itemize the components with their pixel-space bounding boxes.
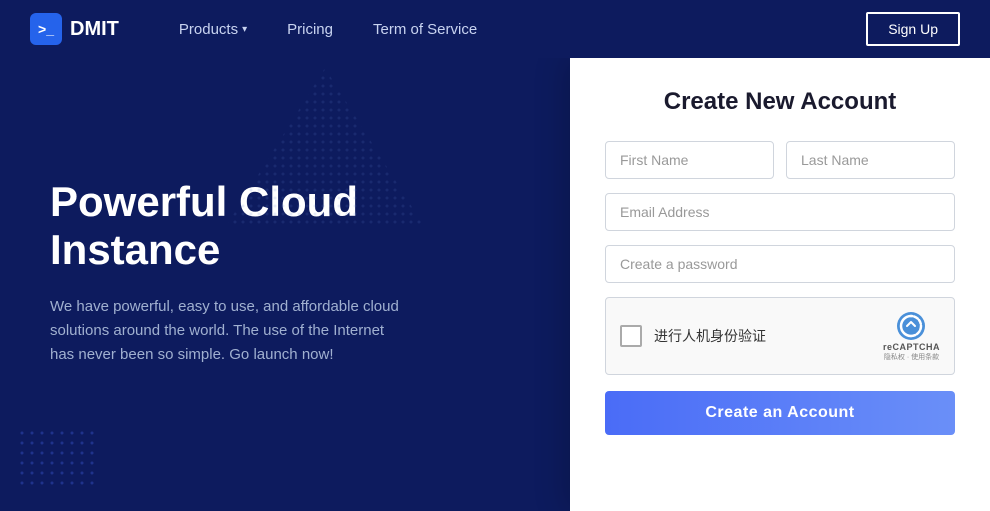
email-input[interactable] xyxy=(605,193,955,231)
first-name-input[interactable] xyxy=(605,141,774,179)
nav-pricing[interactable]: Pricing xyxy=(267,0,353,58)
logo-text: DMIT xyxy=(70,18,119,41)
chevron-down-icon: ▾ xyxy=(242,24,247,35)
signup-form-card: Create New Account 进行人机身份验证 xyxy=(570,58,990,511)
recaptcha-subtext: 隐私权 · 使用条款 xyxy=(884,352,939,362)
recaptcha-badge-text: reCAPTCHA xyxy=(883,342,940,352)
main-container: Powerful Cloud Instance We have powerful… xyxy=(0,58,990,511)
name-row xyxy=(605,141,955,179)
navbar: >_ DMIT Products ▾ Pricing Term of Servi… xyxy=(0,0,990,58)
recaptcha-logo-icon xyxy=(895,310,927,342)
recaptcha-left: 进行人机身份验证 xyxy=(620,325,766,347)
navbar-links: Products ▾ Pricing Term of Service xyxy=(159,0,866,58)
hero-section: Powerful Cloud Instance We have powerful… xyxy=(0,58,570,511)
password-group xyxy=(605,245,955,283)
mountain-decoration xyxy=(225,68,425,228)
email-group xyxy=(605,193,955,231)
logo[interactable]: >_ DMIT xyxy=(30,13,119,45)
recaptcha-label-text: 进行人机身份验证 xyxy=(654,326,766,346)
recaptcha-right: reCAPTCHA 隐私权 · 使用条款 xyxy=(883,310,940,362)
last-name-input[interactable] xyxy=(786,141,955,179)
form-title: Create New Account xyxy=(605,88,955,116)
hero-subtitle: We have powerful, easy to use, and affor… xyxy=(50,295,410,367)
password-input[interactable] xyxy=(605,245,955,283)
dots-decoration xyxy=(20,431,100,491)
nav-terms[interactable]: Term of Service xyxy=(353,0,497,58)
create-account-button[interactable]: Create an Account xyxy=(605,391,955,435)
nav-products[interactable]: Products ▾ xyxy=(159,0,267,58)
logo-icon: >_ xyxy=(30,13,62,45)
recaptcha-widget[interactable]: 进行人机身份验证 reCAPTCHA 隐私权 · 使用条款 xyxy=(605,297,955,375)
recaptcha-checkbox[interactable] xyxy=(620,325,642,347)
navbar-right: Sign Up xyxy=(866,12,960,46)
signup-button[interactable]: Sign Up xyxy=(866,12,960,46)
